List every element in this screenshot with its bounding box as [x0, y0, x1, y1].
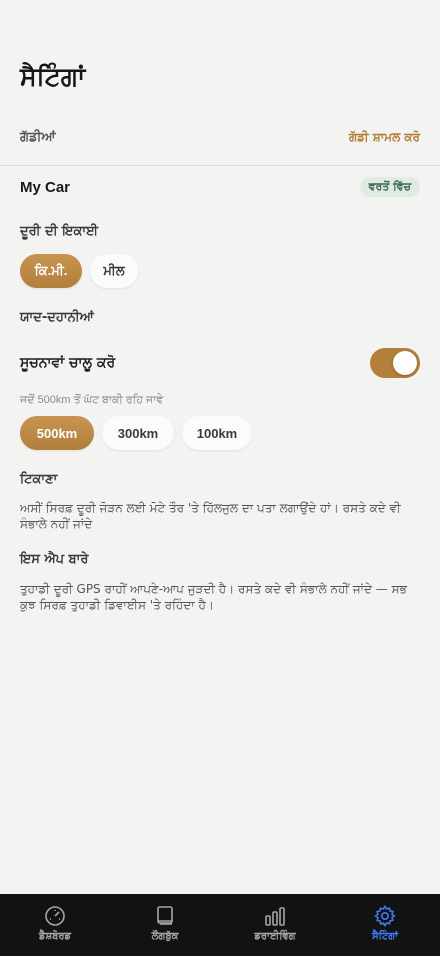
threshold-option-100[interactable]: 100km — [182, 416, 252, 450]
location-heading: ਟਿਕਾਣਾ — [20, 472, 58, 487]
about-heading: ਇਸ ਐਪ ਬਾਰੇ — [20, 552, 89, 567]
threshold-option-300[interactable]: 300km — [102, 416, 174, 450]
unit-option-km[interactable]: ਕਿ.ਮੀ. — [20, 254, 82, 288]
notifications-toggle[interactable] — [370, 348, 420, 378]
location-description: ਅਸੀਂ ਸਿਰਫ਼ ਦੂਰੀ ਜੋੜਨ ਲਈ ਮੋਟੇ ਤੌਰ 'ਤੇ ਹਿੱ… — [20, 501, 401, 531]
tab-dashboard[interactable]: ਡੈਸ਼ਬੋਰਡ — [0, 894, 110, 956]
toggle-knob — [393, 351, 417, 375]
add-vehicle-button[interactable]: ਗੱਡੀ ਸ਼ਾਮਲ ਕਰੋ — [349, 130, 420, 145]
about-header: ਇਸ ਐਪ ਬਾਰੇ — [20, 552, 420, 567]
tab-bar: ਡੈਸ਼ਬੋਰਡ ਲੌਗਬੁੱਕ ਡਰਾਈਵਿੰਗ ਸੈਟਿੰਗਾਂ — [0, 894, 440, 956]
distance-unit-heading: ਦੂਰੀ ਦੀ ਇਕਾਈ — [20, 224, 99, 239]
in-use-badge: ਵਰਤੋਂ ਵਿੱਚ — [359, 177, 420, 197]
tab-driving[interactable]: ਡਰਾਈਵਿੰਗ — [220, 894, 330, 956]
reminders-heading: ਯਾਦ-ਦਹਾਨੀਆਂ — [20, 310, 94, 325]
book-icon — [157, 906, 173, 925]
tab-settings[interactable]: ਸੈਟਿੰਗਾਂ — [330, 894, 440, 956]
speedometer-icon — [45, 906, 65, 926]
vehicle-row[interactable]: My Car ਵਰਤੋਂ ਵਿੱਚ — [20, 177, 420, 197]
notifications-row: ਸੂਚਨਾਵਾਂ ਚਾਲੂ ਕਰੋ — [20, 348, 420, 378]
bar-chart-icon — [265, 907, 285, 926]
vehicles-heading: ਗੱਡੀਆਂ — [20, 130, 56, 145]
threshold-option-500[interactable]: 500km — [20, 416, 94, 450]
location-header: ਟਿਕਾਣਾ — [20, 472, 420, 487]
page-title: ਸੈਟਿੰਗਾਂ — [20, 62, 86, 91]
unit-option-miles[interactable]: ਮੀਲ — [90, 254, 138, 288]
section-divider — [0, 165, 440, 166]
tab-label: ਸੈਟਿੰਗਾਂ — [371, 931, 399, 942]
tab-logbook[interactable]: ਲੌਗਬੁੱਕ — [110, 894, 220, 956]
threshold-hint: ਜਦੋਂ 500km ਤੋਂ ਘੱਟ ਬਾਕੀ ਰਹਿ ਜਾਵੇ — [20, 394, 164, 406]
vehicles-header: ਗੱਡੀਆਂ ਗੱਡੀ ਸ਼ਾਮਲ ਕਰੋ — [20, 130, 420, 145]
about-description: ਤੁਹਾਡੀ ਦੂਰੀ GPS ਰਾਹੀਂ ਆਪਣੇ-ਆਪ ਜੁੜਦੀ ਹੈ। … — [20, 582, 407, 612]
reminders-header: ਯਾਦ-ਦਹਾਨੀਆਂ — [20, 310, 420, 325]
distance-unit-header: ਦੂਰੀ ਦੀ ਇਕਾਈ — [20, 224, 420, 239]
threshold-selector: 500km 300km 100km — [20, 416, 252, 450]
distance-unit-selector: ਕਿ.ਮੀ. ਮੀਲ — [20, 254, 138, 288]
tab-label: ਡੈਸ਼ਬੋਰਡ — [38, 931, 72, 942]
vehicle-name: My Car — [20, 178, 71, 196]
tab-label: ਲੌਗਬੁੱਕ — [151, 931, 179, 942]
tab-label: ਡਰਾਈਵਿੰਗ — [254, 931, 296, 942]
threshold-hint-row: ਜਦੋਂ 500km ਤੋਂ ਘੱਟ ਬਾਕੀ ਰਹਿ ਜਾਵੇ — [20, 394, 420, 407]
notifications-label: ਸੂਚਨਾਵਾਂ ਚਾਲੂ ਕਰੋ — [20, 355, 116, 371]
gear-icon — [374, 905, 396, 927]
